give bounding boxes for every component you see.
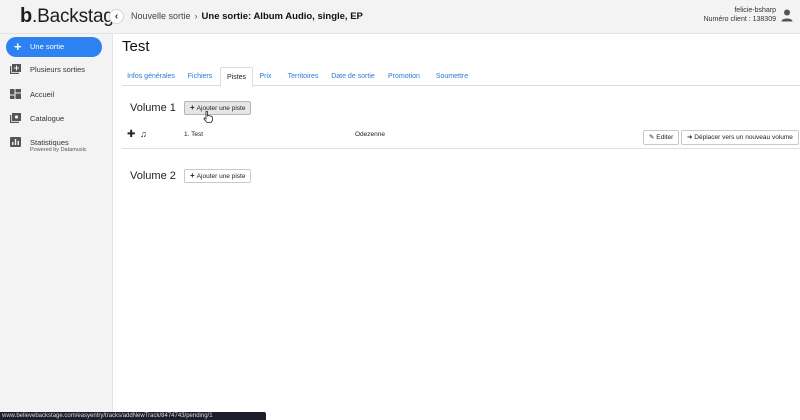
stats-icon <box>10 137 21 147</box>
breadcrumb-parent[interactable]: Nouvelle sortie <box>131 11 191 21</box>
tab-territories[interactable]: Territoires <box>280 67 326 86</box>
library-add-icon <box>10 64 21 74</box>
pencil-icon: ✎ <box>649 134 655 141</box>
sidebar-item-label: Accueil <box>30 90 55 99</box>
volume-1-title: Volume 1 <box>130 102 176 114</box>
sidebar-item-sublabel: Powered by Datamusic <box>30 147 87 153</box>
new-release-button[interactable]: + Une sortie <box>6 37 102 57</box>
tab-tracks[interactable]: Pistes <box>220 67 253 87</box>
tab-files[interactable]: Fichiers <box>180 67 220 86</box>
breadcrumb-separator: › <box>194 11 198 21</box>
add-track-button-volume-2[interactable]: + Ajouter une piste <box>184 169 252 183</box>
track-row: ✚ ♫ 1. Test Odezenne ✎ Editer ➜ Déplacer… <box>122 123 800 149</box>
tab-general-info[interactable]: Infos générales <box>122 67 180 86</box>
plus-icon: + <box>14 39 22 54</box>
breadcrumb: Nouvelle sortie › Une sortie: Album Audio,… <box>131 11 363 22</box>
plus-icon: + <box>190 171 195 180</box>
add-track-button-volume-1[interactable]: + Ajouter une piste <box>184 101 252 115</box>
status-bar-url: www.believebackstage.com/easyentry/track… <box>0 412 266 420</box>
user-info[interactable]: felicie-bsharp Numéro client : 138309 <box>704 6 776 24</box>
sidebar-item-label: Plusieurs sorties <box>30 65 86 74</box>
track-artist: Odezenne <box>355 131 385 138</box>
move-track-label: Déplacer vers un nouveau volume <box>694 134 793 141</box>
tab-bar: Infos générales Fichiers Pistes Prix Ter… <box>122 67 800 87</box>
username: felicie-bsharp <box>734 7 776 14</box>
edit-track-label: Editer <box>656 134 674 141</box>
add-track-label: Ajouter une piste <box>196 173 246 180</box>
sidebar: + Une sortie Plusieurs sorties Accueil C… <box>0 34 113 420</box>
move-to-new-volume-button[interactable]: ➜ Déplacer vers un nouveau volume <box>681 130 799 145</box>
dashboard-icon <box>10 89 21 99</box>
music-note-icon: ♫ <box>140 129 147 139</box>
hand-pointer-cursor-icon <box>203 111 213 123</box>
page-title: Test <box>122 38 150 55</box>
catalog-icon <box>10 113 21 123</box>
track-name: 1. Test <box>184 131 204 138</box>
user-account-icon[interactable] <box>781 9 793 22</box>
tab-submit[interactable]: Soumettre <box>430 67 474 86</box>
volume-2-title: Volume 2 <box>130 170 176 182</box>
sidebar-item-label: Statistiques <box>30 138 69 147</box>
logo-letter: b <box>20 5 33 27</box>
new-release-label: Une sortie <box>30 42 65 51</box>
arrow-right-icon: ➜ <box>687 134 693 141</box>
breadcrumb-current: Une sortie: Album Audio, single, EP <box>201 11 363 22</box>
collapse-chevron-left-icon[interactable]: ‹ <box>109 9 124 24</box>
tab-promotion[interactable]: Promotion <box>382 67 426 86</box>
edit-track-button[interactable]: ✎ Editer <box>643 130 680 145</box>
client-number: Numéro client : 138309 <box>703 16 776 23</box>
tab-price[interactable]: Prix <box>253 67 278 86</box>
sidebar-item-label: Catalogue <box>30 114 65 123</box>
drag-move-icon[interactable]: ✚ <box>127 129 135 140</box>
top-bar: b.Backstage ‹ Nouvelle sortie › Une sortie… <box>0 0 800 34</box>
tab-release-date[interactable]: Date de sortie <box>328 67 378 86</box>
plus-icon: + <box>190 103 195 112</box>
